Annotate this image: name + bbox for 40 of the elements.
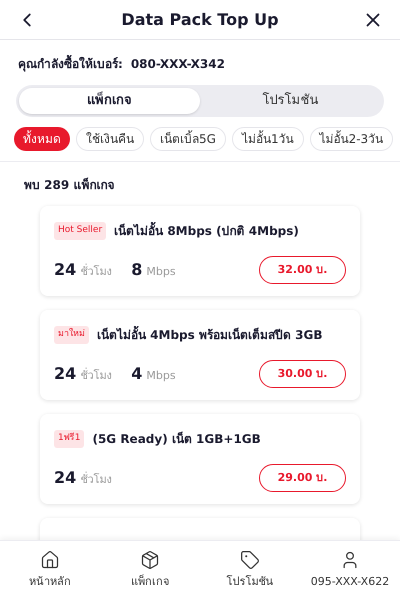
spec-value: 8 — [131, 259, 142, 281]
nav-item[interactable]: 095-XXX-X622 — [300, 541, 400, 600]
segment-tab[interactable]: โปรโมชัน — [200, 88, 381, 114]
package-name: เน็ตไม่อั้น 8Mbps (ปกติ 4Mbps) — [114, 222, 299, 240]
spec-value: 24 — [54, 259, 76, 281]
spec-value: 24 — [54, 363, 76, 385]
phone-number: 080-XXX-X342 — [130, 56, 225, 73]
filter-chip[interactable]: ไม่อั้น1วัน — [232, 127, 304, 151]
package-name: (5G Ready) เน็ต 1GB+1GB — [92, 430, 261, 448]
spec-value: 24 — [54, 467, 76, 489]
nav-item[interactable]: โปรโมชัน — [200, 541, 300, 600]
nav-item[interactable]: หน้าหลัก — [0, 541, 100, 600]
spec-value: 4 — [131, 363, 142, 385]
spec-unit: ชั่วโมง — [80, 264, 112, 280]
price-button[interactable]: 32.00 บ. — [259, 256, 346, 284]
price-button[interactable]: 30.00 บ. — [259, 360, 346, 388]
filter-chip[interactable]: ใช้เงินคืน — [76, 127, 144, 151]
package-badge: มาใหม่ — [54, 326, 89, 344]
page-title: Data Pack Top Up — [121, 8, 279, 30]
spec-unit: ชั่วโมง — [80, 368, 112, 384]
spec-unit: Mbps — [146, 264, 176, 280]
nav-item[interactable]: แพ็กเกจ — [100, 541, 200, 600]
spec-unit: Mbps — [146, 368, 176, 384]
package-badge: Hot Seller — [54, 222, 106, 240]
spec-unit: ชั่วโมง — [80, 472, 112, 488]
filter-chip[interactable]: เน็ตเบิ้ล5G — [150, 127, 226, 151]
filter-chip[interactable]: ทั้งหมด — [14, 127, 70, 151]
filter-chip[interactable]: ไม่อั้น2-3วัน — [310, 127, 394, 151]
box-icon — [140, 550, 160, 570]
package-name: เน็ตไม่อั้น 4Mbps พร้อมเน็ตเต็มสปีด 3GB — [97, 326, 322, 344]
package-card[interactable]: มาใหม่ เน็ตไม่อั้น 4Mbps พร้อมเน็ตเต็มสปีด 3GB 24 ชั่วโมง 4 Mbps 30.00 บ. — [40, 310, 360, 400]
package-card[interactable]: Hot Seller เน็ตไม่อั้น 8Mbps (ปกติ 4Mbps) 24 ชั่วโมง 8 Mbps 32.00 บ. — [40, 206, 360, 296]
tag-icon — [240, 550, 260, 570]
package-badge: 1ฟรี1 — [54, 430, 84, 448]
result-count: พบ 289 แพ็กเกจ — [23, 176, 116, 194]
price-button[interactable]: 29.00 บ. — [259, 464, 346, 492]
package-card[interactable]: 1ฟรี1 (5G Ready) เน็ต 1GB+1GB 24 ชั่วโมง 29.00 บ. — [40, 414, 360, 504]
segment-tab[interactable]: แพ็กเกจ — [19, 88, 200, 114]
buyer-label: คุณกำลังซื้อให้เบอร์: — [18, 55, 123, 73]
home-icon — [40, 550, 60, 570]
